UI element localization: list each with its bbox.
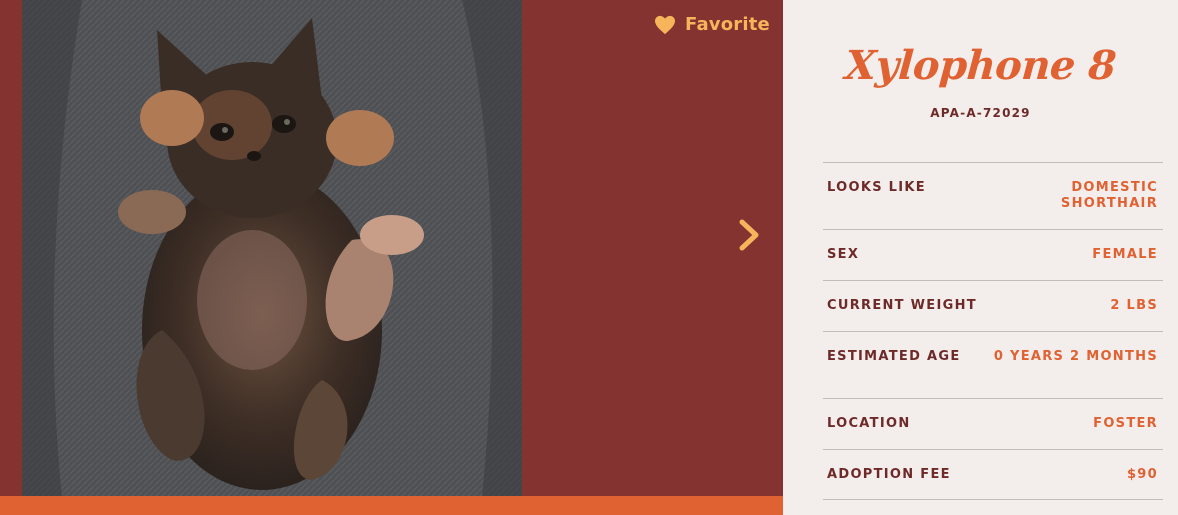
gallery-panel: Favorite: [0, 0, 783, 515]
accent-bar: [0, 496, 783, 515]
detail-row-location: LOCATION FOSTER: [823, 398, 1163, 449]
detail-value: DOMESTIC SHORTHAIR: [1060, 180, 1158, 211]
heart-icon: [655, 15, 675, 34]
detail-label: ADOPTION FEE: [827, 467, 951, 482]
detail-value: 2 LBS: [1110, 298, 1158, 313]
detail-row-age: ESTIMATED AGE 0 YEARS 2 MONTHS: [823, 331, 1163, 398]
detail-label: SEX: [827, 247, 860, 262]
pet-id: APA-A-72029: [930, 106, 1031, 120]
detail-label: ESTIMATED AGE: [827, 349, 961, 364]
detail-label: CURRENT WEIGHT: [827, 298, 977, 313]
detail-label: LOOKS LIKE: [827, 180, 926, 195]
details-table: LOOKS LIKE DOMESTIC SHORTHAIR SEX FEMALE…: [823, 162, 1163, 500]
detail-row-fee: ADOPTION FEE $90: [823, 449, 1163, 500]
detail-value: FEMALE: [1092, 247, 1158, 262]
detail-row-sex: SEX FEMALE: [823, 229, 1163, 280]
next-photo-button[interactable]: [734, 218, 764, 252]
detail-value: $90: [1126, 467, 1158, 482]
chevron-right-icon: [739, 219, 759, 251]
pet-name: Xylophone 8: [843, 42, 1118, 89]
detail-value: FOSTER: [1093, 416, 1158, 431]
favorite-button[interactable]: Favorite: [654, 14, 770, 35]
favorite-label: Favorite: [685, 14, 770, 35]
detail-row-looks-like: LOOKS LIKE DOMESTIC SHORTHAIR: [823, 162, 1163, 229]
details-panel: Xylophone 8 APA-A-72029 LOOKS LIKE DOMES…: [783, 0, 1178, 515]
detail-row-weight: CURRENT WEIGHT 2 LBS: [823, 280, 1163, 331]
detail-value: 0 YEARS 2 MONTHS: [993, 349, 1158, 364]
detail-label: LOCATION: [827, 416, 911, 431]
pet-photo[interactable]: [22, 0, 522, 497]
